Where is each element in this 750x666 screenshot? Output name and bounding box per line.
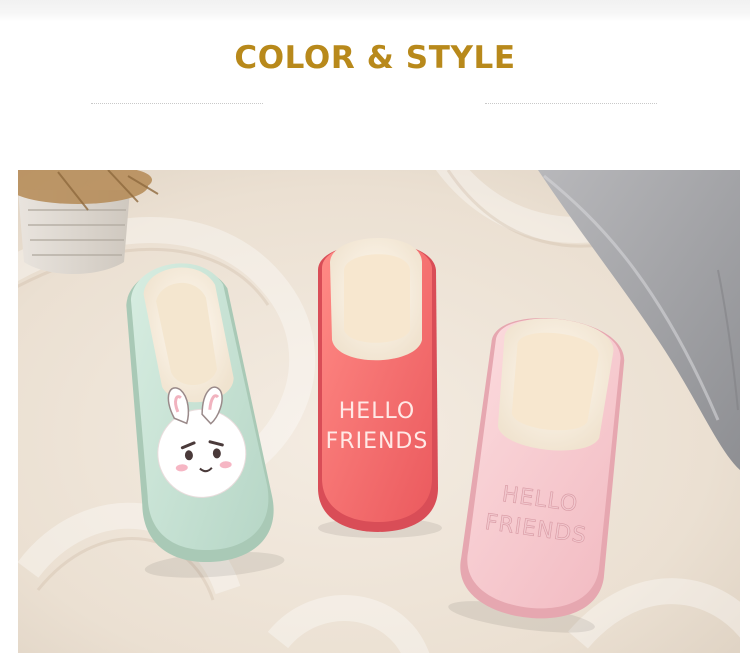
coral-hello-friends-slipper: HELLO FRIENDS bbox=[318, 237, 442, 538]
section-title: COLOR & STYLE bbox=[234, 40, 516, 76]
product-photo: HELLO FRIENDS HELLO FRIENDS bbox=[18, 170, 740, 653]
coral-slipper-text-line1: HELLO bbox=[339, 399, 416, 424]
right-dotted-divider bbox=[485, 103, 657, 104]
coral-slipper-text-line2: FRIENDS bbox=[326, 429, 429, 454]
slippers-photo-svg: HELLO FRIENDS HELLO FRIENDS bbox=[18, 170, 740, 653]
left-dotted-divider bbox=[91, 103, 263, 104]
